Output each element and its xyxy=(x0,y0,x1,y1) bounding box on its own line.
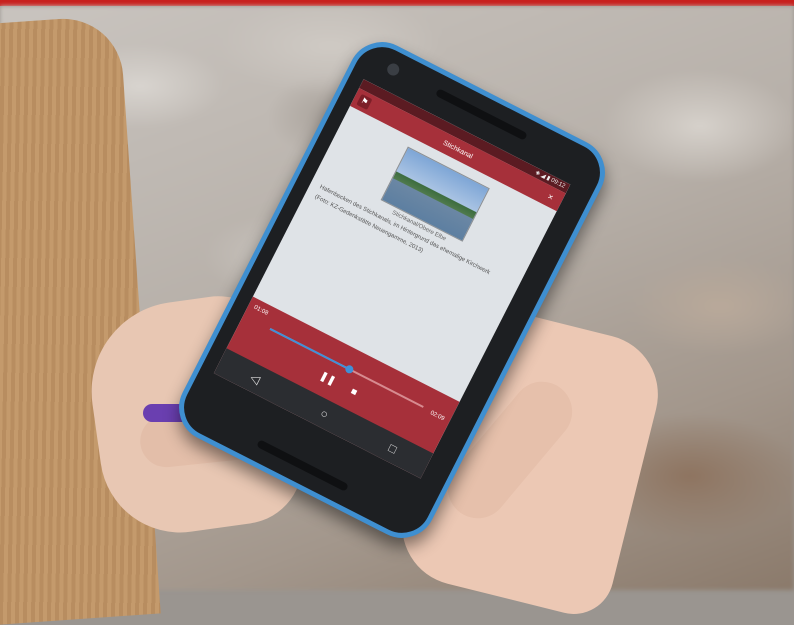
total-time: 02:09 xyxy=(429,410,446,423)
recents-icon[interactable]: □ xyxy=(386,441,399,457)
app-logo-icon[interactable]: ⚑ xyxy=(356,93,373,111)
back-icon[interactable]: ◁ xyxy=(248,370,263,387)
stop-icon[interactable]: ■ xyxy=(349,386,359,399)
close-icon[interactable]: × xyxy=(543,189,559,205)
home-icon[interactable]: ○ xyxy=(318,406,331,422)
audio-player: 01:08 02:09 ❚❚ ■ ◁ ○ □ xyxy=(213,296,460,479)
pause-icon[interactable]: ❚❚ xyxy=(318,370,338,387)
front-camera xyxy=(385,61,402,78)
elapsed-time: 01:08 xyxy=(252,304,269,317)
